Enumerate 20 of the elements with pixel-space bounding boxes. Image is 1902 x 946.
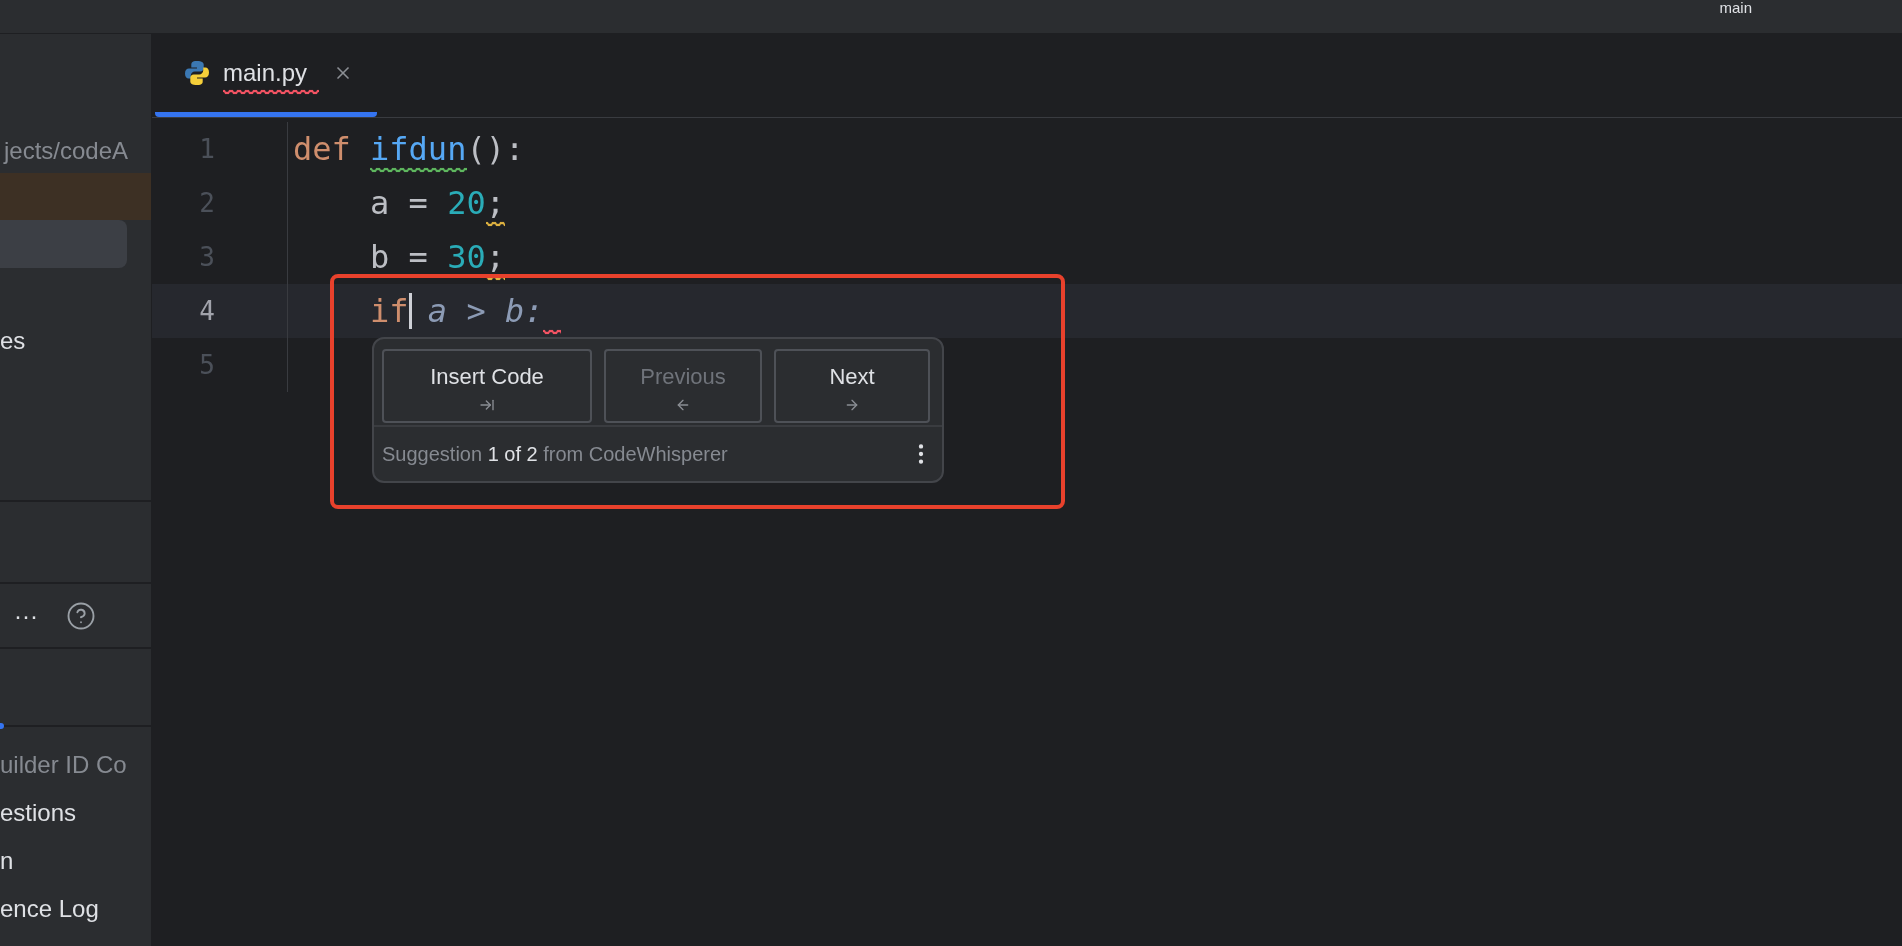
panel-item[interactable]: ence Log	[0, 889, 151, 929]
code-line: b = 30;	[369, 237, 505, 277]
editor-tab[interactable]: main.py	[155, 33, 377, 117]
more-button[interactable]: ···	[14, 603, 38, 628]
popup-button[interactable]: Next	[774, 349, 930, 423]
tree-item[interactable]: es	[0, 323, 26, 359]
code-line: a = 20;	[369, 183, 505, 223]
branch-label[interactable]: main	[1719, 0, 1752, 16]
line-number: 4	[199, 294, 215, 328]
tab-label: main.py	[223, 58, 308, 86]
panel-item[interactable]: n	[0, 841, 151, 881]
popup-button[interactable]: Insert Code	[382, 349, 592, 423]
project-path: jects/codeA	[4, 135, 129, 166]
code-line: if a > b:	[369, 291, 544, 331]
help-icon[interactable]	[66, 600, 96, 631]
python-icon	[183, 58, 211, 87]
suggestion-status: Suggestion 1 of 2 from CodeWhisperer	[382, 442, 728, 467]
code-line: def ifdun():	[293, 129, 525, 169]
panel-item[interactable]: estions	[0, 793, 151, 833]
panel-item[interactable]: uilder ID Co	[0, 745, 151, 785]
